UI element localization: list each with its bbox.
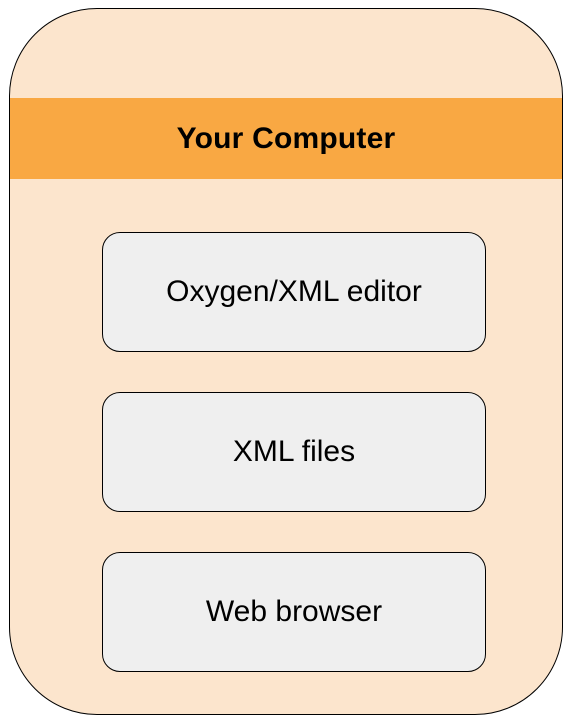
component-label: Web browser bbox=[205, 595, 383, 628]
component-label: XML files bbox=[232, 435, 356, 468]
component-label: Oxygen/XML editor bbox=[166, 275, 422, 308]
your-computer-container: Your Computer Oxygen/XML editor XML file… bbox=[9, 8, 563, 715]
container-title: Your Computer bbox=[176, 121, 396, 155]
title-banner: Your Computer bbox=[10, 98, 562, 179]
component-box-web-browser: Web browser bbox=[102, 552, 486, 672]
component-box-oxygen-xml-editor: Oxygen/XML editor bbox=[102, 232, 486, 352]
component-box-xml-files: XML files bbox=[102, 392, 486, 512]
